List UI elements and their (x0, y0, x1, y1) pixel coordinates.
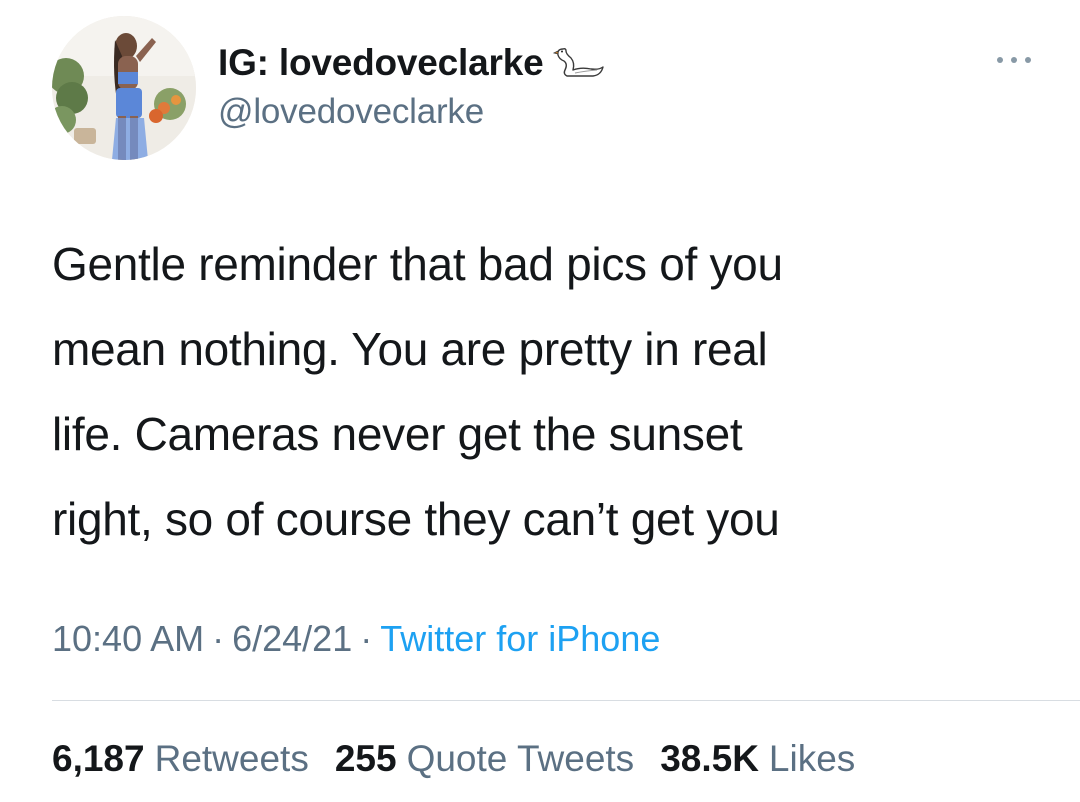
tweet-text-line: right, so of course they can’t get you (52, 493, 780, 545)
retweets-stat[interactable]: 6,187 Retweets (52, 738, 309, 780)
tweet-card: IG: lovedoveclarke @lovedoveclarke Gentl… (0, 0, 1080, 802)
tweet-source-link[interactable]: Twitter for iPhone (380, 618, 660, 660)
avatar[interactable] (52, 16, 196, 160)
tweet-text-line: mean nothing. You are pretty in real (52, 323, 768, 375)
swan-icon (553, 43, 605, 83)
tweet-text-line: life. Cameras never get the sunset (52, 408, 743, 460)
tweet-text-line: Gentle reminder that bad pics of you (52, 238, 783, 290)
quote-tweets-label: Quote Tweets (406, 738, 635, 779)
meta-separator: · (212, 618, 225, 659)
tweet-date[interactable]: 6/24/21 (232, 618, 352, 660)
meta-separator: · (360, 618, 373, 659)
divider (52, 700, 1080, 701)
profile-photo (52, 16, 196, 160)
tweet-text: Gentle reminder that bad pics of you mea… (52, 222, 1012, 562)
tweet-meta: 10:40 AM · 6/24/21 · Twitter for iPhone (52, 618, 660, 660)
author-handle[interactable]: @lovedoveclarke (218, 92, 484, 132)
retweets-count: 6,187 (52, 738, 145, 779)
likes-count: 38.5K (660, 738, 759, 779)
likes-stat[interactable]: 38.5K Likes (660, 738, 855, 780)
likes-label: Likes (768, 738, 856, 779)
author-name-row[interactable]: IG: lovedoveclarke (218, 40, 605, 86)
display-name[interactable]: IG: lovedoveclarke (218, 42, 544, 84)
quote-tweets-count: 255 (334, 738, 397, 779)
tweet-time[interactable]: 10:40 AM (52, 618, 204, 660)
quote-tweets-stat[interactable]: 255 Quote Tweets (335, 738, 634, 780)
more-options-icon[interactable] (994, 50, 1034, 70)
retweets-label: Retweets (154, 738, 309, 779)
engagement-stats: 6,187 Retweets 255 Quote Tweets 38.5K Li… (52, 738, 881, 780)
